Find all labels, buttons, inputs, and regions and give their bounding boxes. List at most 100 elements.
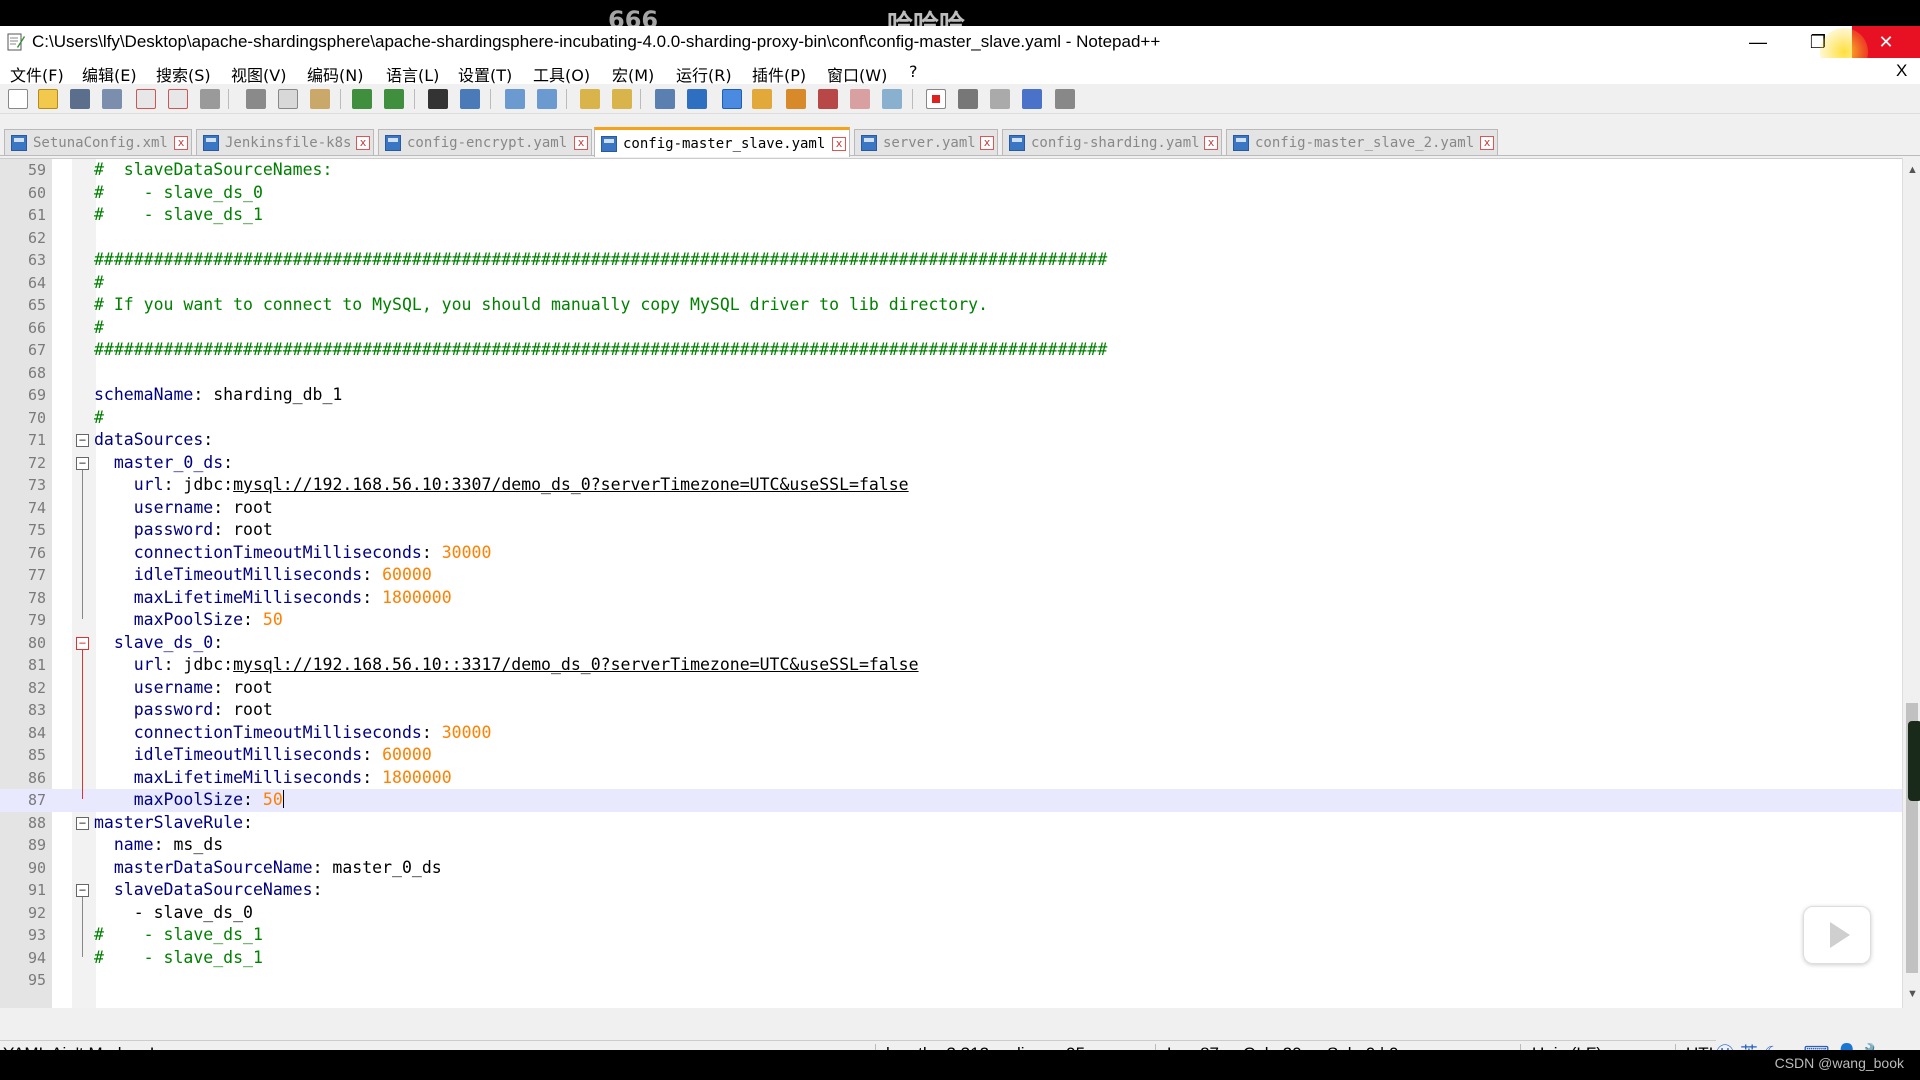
tab-close-icon[interactable]: x — [356, 135, 370, 150]
code-line[interactable]: 68 — [0, 362, 1902, 385]
run-macro-multiple-icon[interactable] — [1022, 89, 1042, 109]
replace-icon[interactable] — [460, 89, 480, 109]
code-line[interactable]: 69 schemaName: sharding_db_1 — [0, 384, 1902, 407]
tab-server[interactable]: server.yaml x — [854, 129, 998, 155]
code-line[interactable]: 92 - slave_ds_0 — [0, 902, 1902, 925]
copy-icon[interactable] — [278, 89, 298, 109]
code-line[interactable]: 74 username: root — [0, 497, 1902, 520]
tab-close-icon[interactable]: x — [832, 136, 846, 151]
tab-close-icon[interactable]: x — [574, 135, 588, 150]
word-wrap-icon[interactable] — [655, 89, 675, 109]
code-line[interactable]: 70 # — [0, 407, 1902, 430]
code-line[interactable]: 83 password: root — [0, 699, 1902, 722]
fold-toggle-icon[interactable]: − — [76, 816, 89, 830]
tab-jenkinsfile[interactable]: Jenkinsfile-k8s x — [196, 129, 374, 155]
fold-toggle-icon[interactable]: − — [76, 456, 89, 470]
menu-window[interactable]: 窗口(W) — [827, 62, 887, 86]
print-icon[interactable] — [200, 89, 220, 109]
fold-toggle-icon[interactable]: − — [76, 434, 89, 447]
code-line[interactable]: 75 password: root — [0, 519, 1902, 542]
tab-setunaconfig[interactable]: SetunaConfig.xml x — [4, 129, 192, 155]
menu-run[interactable]: 运行(R) — [676, 62, 732, 86]
code-line[interactable]: 66 # — [0, 317, 1902, 340]
save-all-icon[interactable] — [102, 89, 122, 109]
code-line[interactable]: 88 − masterSlaveRule: — [0, 812, 1902, 835]
scroll-down-icon[interactable]: ▼ — [1907, 988, 1918, 1000]
tab-close-icon[interactable]: x — [1480, 135, 1494, 150]
doc-map-icon[interactable] — [786, 89, 806, 109]
code-line[interactable]: 63 ######################################… — [0, 249, 1902, 272]
play-macro-icon[interactable] — [990, 89, 1010, 109]
code-line[interactable]: 67 ######################################… — [0, 339, 1902, 362]
code-line[interactable]: 85 idleTimeoutMilliseconds: 60000 — [0, 744, 1902, 767]
code-editor[interactable]: 59 # slaveDataSourceNames: 60 # - slave_ds_… — [0, 158, 1902, 1008]
record-macro-icon[interactable] — [926, 89, 946, 109]
tab-close-icon[interactable]: x — [174, 135, 188, 150]
sync-horizontal-icon[interactable] — [612, 89, 632, 109]
menu-search[interactable]: 搜索(S) — [156, 62, 211, 86]
video-play-button[interactable] — [1803, 906, 1871, 964]
code-line[interactable]: 82 username: root — [0, 677, 1902, 700]
save-macro-icon[interactable] — [1055, 89, 1075, 109]
close-document-x[interactable]: X — [1896, 61, 1907, 81]
code-line[interactable]: 95 — [0, 969, 1902, 992]
zoom-in-icon[interactable] — [505, 89, 525, 109]
menu-file[interactable]: 文件(F) — [10, 62, 64, 86]
monitoring-icon[interactable] — [882, 89, 902, 109]
code-line[interactable]: 78 maxLifetimeMilliseconds: 1800000 — [0, 587, 1902, 610]
code-line[interactable]: 90 masterDataSourceName: master_0_ds — [0, 857, 1902, 880]
menu-language[interactable]: 语言(L) — [386, 62, 439, 86]
tab-config-encrypt[interactable]: config-encrypt.yaml x — [378, 129, 592, 155]
scroll-up-icon[interactable]: ▲ — [1907, 164, 1918, 176]
tab-config-master-slave-2[interactable]: config-master_slave_2.yaml x — [1226, 129, 1498, 155]
close-file-icon[interactable] — [136, 89, 156, 109]
new-file-icon[interactable] — [8, 89, 28, 109]
menu-edit[interactable]: 编辑(E) — [82, 62, 137, 86]
fold-toggle-icon[interactable]: − — [76, 884, 89, 897]
menu-help[interactable]: ? — [909, 62, 918, 81]
maximize-button[interactable]: ❐ — [1788, 26, 1848, 58]
menu-encoding[interactable]: 编码(N) — [307, 62, 363, 86]
code-line[interactable]: 93 # - slave_ds_1 — [0, 924, 1902, 947]
open-file-icon[interactable] — [38, 89, 58, 109]
code-line[interactable]: 87 maxPoolSize: 50 — [0, 789, 1902, 812]
undo-icon[interactable] — [352, 89, 372, 109]
zoom-out-icon[interactable] — [537, 89, 557, 109]
code-line[interactable]: 76 connectionTimeoutMilliseconds: 30000 — [0, 542, 1902, 565]
stop-macro-icon[interactable] — [958, 89, 978, 109]
code-line[interactable]: 84 connectionTimeoutMilliseconds: 30000 — [0, 722, 1902, 745]
redo-icon[interactable] — [384, 89, 404, 109]
close-window-button[interactable]: ✕ — [1852, 26, 1920, 58]
code-line[interactable]: 81 url: jdbc:mysql://192.168.56.10::3317… — [0, 654, 1902, 677]
code-line[interactable]: 73 url: jdbc:mysql://192.168.56.10:3307/… — [0, 474, 1902, 497]
code-line[interactable]: 62 — [0, 227, 1902, 250]
save-icon[interactable] — [70, 89, 90, 109]
vertical-scrollbar[interactable]: ▲ ▼ — [1902, 158, 1920, 1008]
code-line[interactable]: 91 − slaveDataSourceNames: — [0, 879, 1902, 902]
code-line[interactable]: 77 idleTimeoutMilliseconds: 60000 — [0, 564, 1902, 587]
indent-guide-icon[interactable] — [722, 89, 742, 109]
menu-settings[interactable]: 设置(T) — [458, 62, 512, 86]
code-line[interactable]: 61 # - slave_ds_1 — [0, 204, 1902, 227]
udl-icon[interactable] — [752, 89, 772, 109]
function-list-icon[interactable] — [818, 89, 838, 109]
code-line[interactable]: 64 # — [0, 272, 1902, 295]
sync-vertical-icon[interactable] — [580, 89, 600, 109]
code-line[interactable]: 86 maxLifetimeMilliseconds: 1800000 — [0, 767, 1902, 790]
code-line[interactable]: 89 name: ms_ds — [0, 834, 1902, 857]
tab-close-icon[interactable]: x — [980, 135, 994, 150]
paste-icon[interactable] — [310, 89, 330, 109]
code-line[interactable]: 65 # If you want to connect to MySQL, you… — [0, 294, 1902, 317]
code-line[interactable]: 60 # - slave_ds_0 — [0, 182, 1902, 205]
code-line[interactable]: 79 maxPoolSize: 50 — [0, 609, 1902, 632]
folder-workspace-icon[interactable] — [850, 89, 870, 109]
show-all-chars-icon[interactable] — [687, 89, 707, 109]
tab-config-sharding[interactable]: config-sharding.yaml x — [1002, 129, 1222, 155]
menu-view[interactable]: 视图(V) — [231, 62, 286, 86]
code-line[interactable]: 59 # slaveDataSourceNames: — [0, 159, 1902, 182]
minimize-button[interactable]: — — [1728, 26, 1788, 58]
close-all-icon[interactable] — [168, 89, 188, 109]
menu-plugins[interactable]: 插件(P) — [752, 62, 806, 86]
menu-tools[interactable]: 工具(O) — [533, 62, 590, 86]
find-icon[interactable] — [428, 89, 448, 109]
